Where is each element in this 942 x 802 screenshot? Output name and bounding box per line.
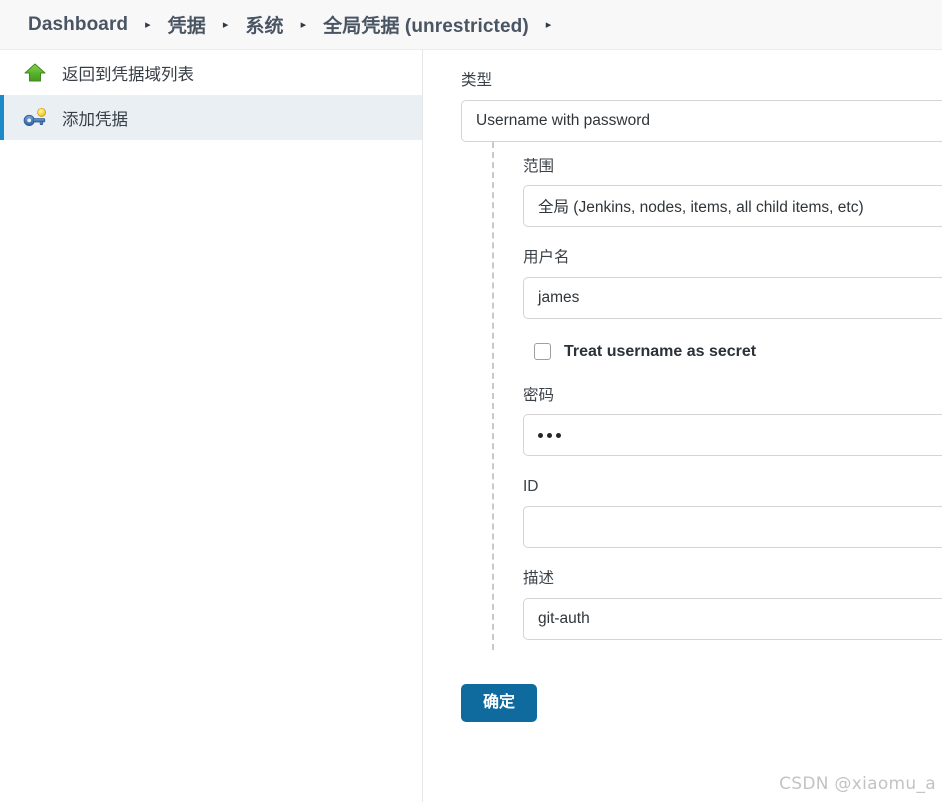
id-field: ID [523, 478, 942, 548]
type-label: 类型 [461, 72, 493, 89]
breadcrumb-trailing-separator-icon: ▸ [545, 19, 552, 31]
key-add-icon [22, 105, 48, 131]
credential-details-group: 范围 全局 (Jenkins, nodes, items, all child … [492, 141, 942, 650]
treat-username-as-secret-label[interactable]: Treat username as secret [564, 343, 756, 361]
sidebar-item-label: 返回到凭据域列表 [62, 65, 194, 84]
breadcrumb-item-global-credentials[interactable]: 全局凭据 (unrestricted) [323, 11, 529, 38]
description-field: 描述 git-auth [523, 570, 942, 640]
password-input[interactable] [523, 414, 942, 457]
description-input[interactable]: git-auth [523, 597, 942, 640]
password-label: 密码 [523, 386, 555, 404]
sidebar-item-label: 添加凭据 [62, 110, 128, 129]
page-body: 返回到凭据域列表 添加凭据 类型 Username with password … [0, 50, 942, 802]
password-masked-value [538, 432, 561, 438]
breadcrumb-item-system[interactable]: 系统 [245, 11, 283, 38]
type-select[interactable]: Username with password [461, 99, 942, 142]
sidebar: 返回到凭据域列表 添加凭据 [0, 50, 423, 802]
breadcrumb-item-credentials[interactable]: 凭据 [168, 11, 206, 38]
green-up-arrow-icon [22, 60, 48, 86]
csdn-watermark: CSDN @xiaomu_a [779, 774, 936, 794]
submit-button[interactable]: 确定 [461, 683, 538, 722]
description-label: 描述 [523, 569, 555, 587]
scope-selected-value: 全局 (Jenkins, nodes, items, all child ite… [538, 199, 864, 217]
password-field: 密码 [523, 387, 942, 457]
username-input[interactable]: james [523, 276, 942, 319]
type-selected-value: Username with password [476, 111, 651, 129]
id-label: ID [523, 478, 539, 496]
breadcrumb-separator-icon: ▸ [145, 19, 151, 31]
id-input[interactable] [523, 505, 942, 548]
sidebar-item-back-to-domain-list[interactable]: 返回到凭据域列表 [0, 50, 422, 95]
breadcrumb-separator-icon: ▸ [222, 19, 229, 31]
form-actions: 确定 [461, 683, 942, 722]
treat-username-as-secret-checkbox[interactable] [534, 343, 551, 361]
breadcrumb: Dashboard ▸ 凭据 ▸ 系统 ▸ 全局凭据 (unrestricted… [0, 0, 942, 50]
username-label: 用户名 [523, 249, 570, 267]
username-value: james [538, 288, 580, 306]
scope-label: 范围 [523, 157, 555, 175]
username-field: 用户名 james [523, 249, 942, 319]
sidebar-item-add-credential[interactable]: 添加凭据 [0, 95, 422, 140]
breadcrumb-separator-icon: ▸ [300, 19, 307, 31]
breadcrumb-item-dashboard[interactable]: Dashboard [28, 14, 128, 36]
treat-username-as-secret-row[interactable]: Treat username as secret [534, 343, 942, 361]
scope-field: 范围 全局 (Jenkins, nodes, items, all child … [523, 158, 942, 228]
description-value: git-auth [538, 609, 590, 627]
credential-form: 类型 Username with password 范围 全局 (Jenkins… [423, 50, 942, 802]
scope-select[interactable]: 全局 (Jenkins, nodes, items, all child ite… [523, 185, 942, 228]
